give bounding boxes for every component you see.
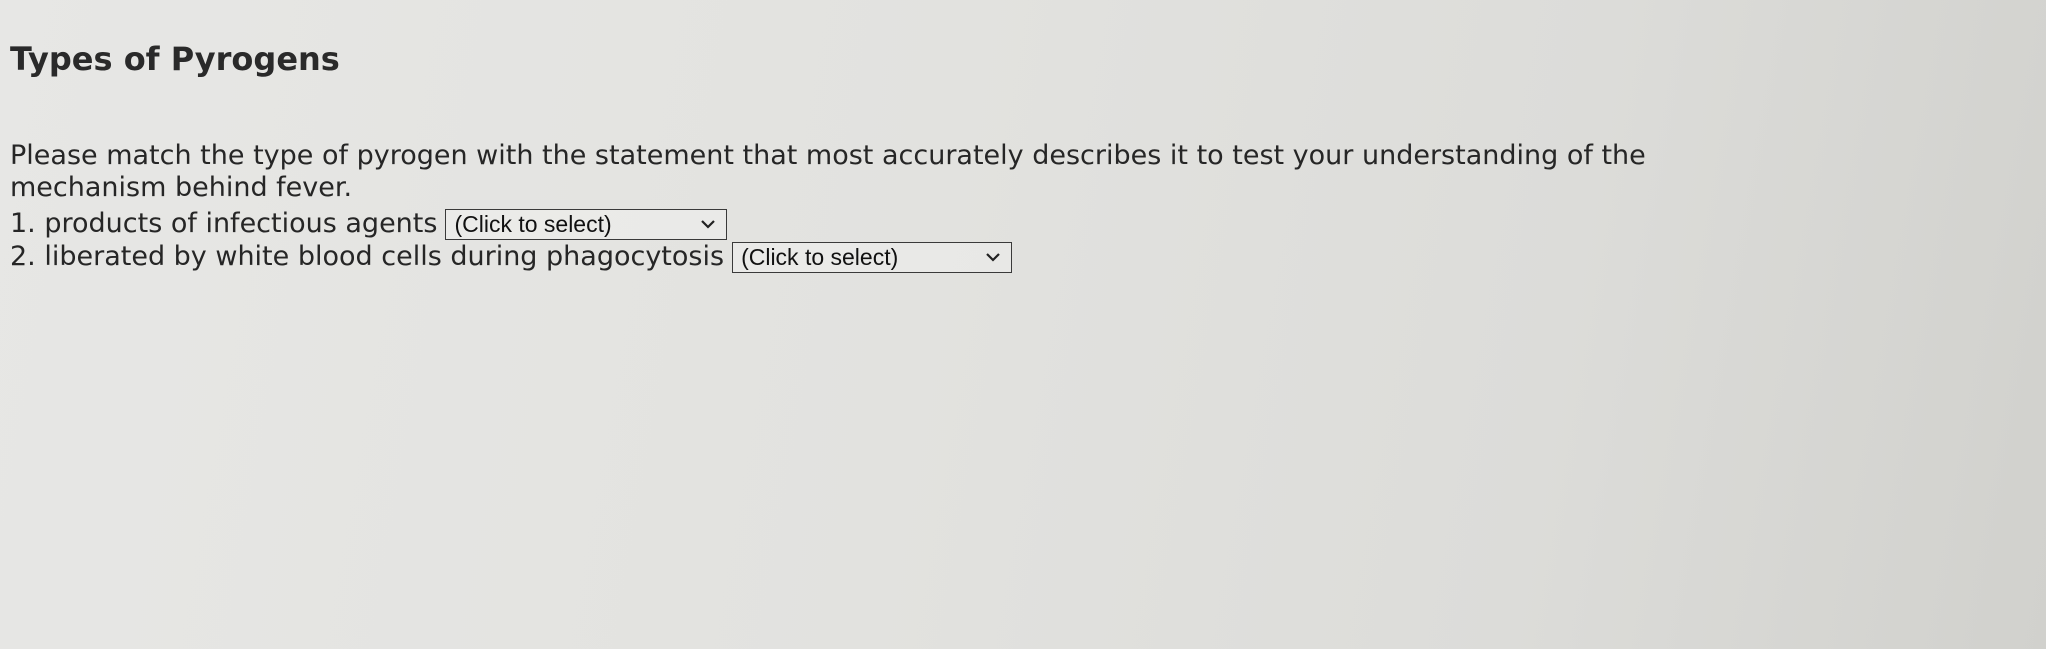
question-2-select[interactable]: (Click to select) [732,241,1013,273]
question-1-select-value: (Click to select) [454,211,612,237]
page-title: Types of Pyrogens [10,40,340,78]
question-1-label: 1. products of infectious agents [10,208,438,239]
question-2: 2. liberated by white blood cells during… [10,241,1013,273]
chevron-down-icon [985,251,1001,263]
chevron-down-icon [700,218,716,230]
question-1-select[interactable]: (Click to select) [445,208,728,240]
question-2-label: 2. liberated by white blood cells during… [10,241,725,272]
question-2-select-value: (Click to select) [741,244,899,270]
instructions-text: Please match the type of pyrogen with th… [10,140,1646,203]
question-1: 1. products of infectious agents (Click … [10,208,728,240]
